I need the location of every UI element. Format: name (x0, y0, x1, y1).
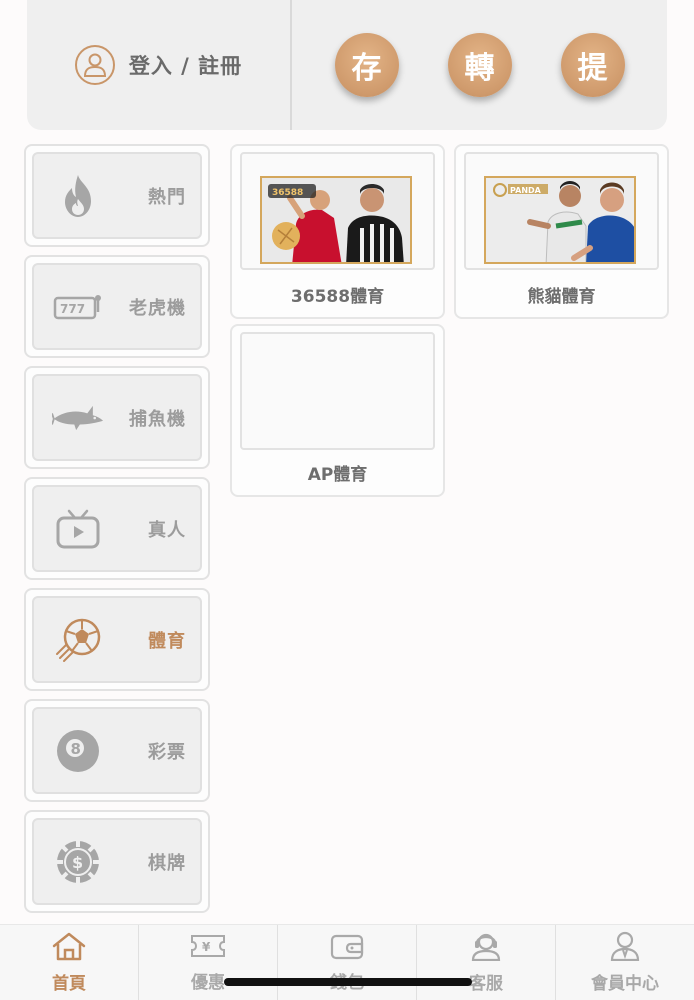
nav-label: 會員中心 (591, 974, 659, 994)
login-register-label: 登入 / 註冊 (128, 54, 243, 78)
nav-customer-service[interactable]: 客服 (417, 925, 556, 1000)
game-name: 36588體育 (290, 287, 385, 307)
transfer-button[interactable]: 轉 (447, 33, 512, 97)
app-root: 登入 / 註冊 存 轉 提 熱門 777 老虎機 捕魚機 真人 體育 8 彩票 … (0, 0, 694, 1000)
slot-machine-icon: 777 (52, 281, 104, 333)
svg-text:PANDA: PANDA (510, 186, 542, 195)
game-thumbnail: 36588 (240, 152, 435, 270)
nav-promotions[interactable]: ¥ 優惠 (139, 925, 278, 1000)
home-indicator (224, 978, 472, 986)
game-card-panda-sports[interactable]: PANDA 熊貓體育 (454, 144, 669, 319)
category-hot[interactable]: 熱門 (24, 144, 210, 247)
svg-text:¥: ¥ (202, 940, 211, 954)
category-label: 捕魚機 (129, 408, 186, 430)
withdraw-button[interactable]: 提 (560, 33, 625, 97)
casino-chip-icon: $ (52, 836, 104, 888)
game-name: 熊貓體育 (527, 287, 596, 307)
nav-wallet[interactable]: 錢包 (278, 925, 417, 1000)
sports-banner-image: PANDA (484, 176, 636, 264)
nav-label: 客服 (469, 974, 503, 994)
category-sports[interactable]: 體育 (24, 588, 210, 691)
category-lottery[interactable]: 8 彩票 (24, 699, 210, 802)
svg-text:777: 777 (60, 302, 85, 316)
quick-actions: 存 轉 提 (292, 0, 667, 130)
category-sidebar: 熱門 777 老虎機 捕魚機 真人 體育 8 彩票 $ 棋牌 (24, 144, 210, 921)
category-label: 老虎機 (129, 297, 186, 319)
svg-text:8: 8 (71, 740, 81, 758)
game-card-ap-sports[interactable]: AP體育 (230, 324, 445, 497)
nav-label: 優惠 (191, 973, 225, 993)
billiard-8-ball-icon: 8 (52, 725, 104, 777)
top-header: 登入 / 註冊 存 轉 提 (27, 0, 667, 130)
svg-text:$: $ (72, 853, 83, 872)
live-tv-icon (52, 503, 104, 555)
game-card-36588-sports[interactable]: 36588 36588體育 (230, 144, 445, 319)
nav-label: 首頁 (52, 974, 86, 994)
user-avatar-icon (74, 45, 115, 85)
fire-icon (52, 170, 104, 222)
game-thumbnail: PANDA (464, 152, 659, 270)
member-icon (608, 931, 642, 965)
category-board-games[interactable]: $ 棋牌 (24, 810, 210, 913)
category-label: 真人 (148, 519, 186, 541)
category-slots[interactable]: 777 老虎機 (24, 255, 210, 358)
category-label: 彩票 (148, 741, 186, 763)
game-thumbnail-empty (240, 332, 435, 450)
deposit-button[interactable]: 存 (334, 33, 399, 97)
category-label: 體育 (148, 630, 186, 652)
soccer-ball-icon (52, 614, 104, 666)
customer-service-icon (469, 931, 503, 965)
wallet-icon (329, 932, 365, 964)
voucher-icon: ¥ (189, 932, 227, 964)
bottom-nav: 首頁 ¥ 優惠 錢包 (0, 924, 694, 1000)
nav-member-center[interactable]: 會員中心 (556, 925, 694, 1000)
login-register-button[interactable]: 登入 / 註冊 (27, 0, 292, 130)
game-name: AP體育 (307, 465, 368, 485)
category-label: 棋牌 (148, 852, 186, 874)
home-icon (51, 931, 87, 965)
shark-icon (52, 392, 104, 444)
category-live[interactable]: 真人 (24, 477, 210, 580)
sports-banner-image: 36588 (260, 176, 412, 264)
nav-home[interactable]: 首頁 (0, 925, 139, 1000)
category-label: 熱門 (148, 186, 186, 208)
category-fishing[interactable]: 捕魚機 (24, 366, 210, 469)
svg-text:36588: 36588 (272, 188, 303, 198)
